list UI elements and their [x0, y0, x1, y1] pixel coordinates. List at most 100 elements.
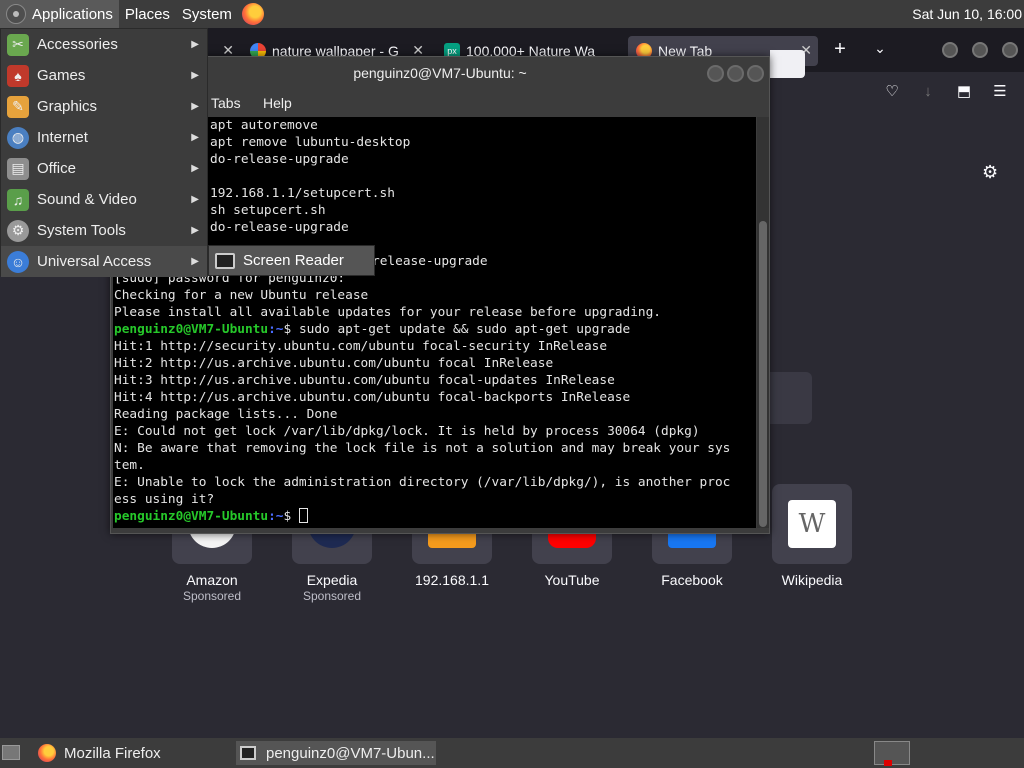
menu-item-label: Internet: [37, 129, 88, 146]
task-label: Mozilla Firefox: [64, 744, 161, 762]
terminal-line: apt autoremove: [210, 118, 318, 133]
menu-item-label: Screen Reader: [243, 252, 344, 269]
menu-item-sound-video[interactable]: ♫ Sound & Video ▶: [1, 184, 207, 215]
terminal-prompt-line[interactable]: penguinz0@VM7-Ubuntu:~$: [114, 508, 756, 525]
menu-item-screen-reader[interactable]: Screen Reader: [209, 246, 374, 275]
menu-item-graphics[interactable]: ✎ Graphics ▶: [1, 91, 207, 122]
firefox-icon: [38, 744, 56, 762]
workspace-switcher[interactable]: [874, 741, 910, 765]
terminal-line: do-release-upgrade: [210, 220, 349, 235]
sponsored-label: Sponsored: [302, 589, 362, 603]
menu-item-label: System Tools: [37, 222, 126, 239]
terminal-title: penguinz0@VM7-Ubuntu: ~: [353, 65, 527, 81]
terminal-minimize-icon[interactable]: [707, 65, 724, 82]
menu-tabs[interactable]: Tabs: [211, 95, 241, 111]
applications-menu[interactable]: Applications: [0, 0, 119, 28]
text-cursor: [298, 508, 308, 523]
site-name: Facebook: [661, 572, 723, 588]
terminal-line: Hit:4 http://us.archive.ubuntu.com/ubunt…: [114, 390, 631, 405]
menu-item-label: Graphics: [37, 98, 98, 115]
menu-item-internet[interactable]: ◍ Internet ▶: [1, 122, 207, 153]
submenu-arrow-icon: ▶: [191, 194, 199, 205]
submenu-arrow-icon: ▶: [191, 70, 199, 81]
menu-item-label: Games: [37, 67, 86, 84]
menu-item-label: Accessories: [37, 36, 118, 53]
sponsored-label: Sponsored: [182, 589, 242, 603]
site-name: Expedia: [306, 572, 358, 588]
prompt-path: :~: [268, 322, 284, 337]
internet-icon: ◍: [7, 126, 29, 149]
terminal-line: apt remove lubuntu-desktop: [210, 135, 411, 150]
submenu-arrow-icon: ▶: [191, 225, 199, 236]
maximize-window-icon[interactable]: [972, 42, 988, 58]
list-tabs-chevron-icon[interactable]: ⌄: [868, 40, 892, 57]
terminal-line: Checking for a new Ubuntu release: [114, 288, 369, 303]
download-icon[interactable]: ↓: [916, 80, 940, 104]
top-panel: Applications Places System Sat Jun 10, 1…: [0, 0, 1024, 28]
hamburger-menu-icon[interactable]: ☰: [988, 80, 1012, 104]
menu-item-office[interactable]: ▤ Office ▶: [1, 153, 207, 184]
terminal-line: sh setupcert.sh: [210, 203, 326, 218]
menu-help[interactable]: Help: [263, 95, 292, 111]
system-tools-icon: ⚙: [7, 219, 29, 242]
menu-item-system-tools[interactable]: ⚙ System Tools ▶: [1, 215, 207, 246]
taskbar-terminal[interactable]: penguinz0@VM7-Ubun...: [236, 741, 436, 765]
universal-access-icon: ☺: [7, 250, 29, 273]
terminal-line: 192.168.1.1/setupcert.sh: [210, 186, 395, 201]
applications-dropdown: ✂ Accessories ▶ ♠ Games ▶ ✎ Graphics ▶ ◍…: [0, 28, 208, 277]
submenu-arrow-icon: ▶: [191, 39, 199, 50]
terminal-maximize-icon[interactable]: [727, 65, 744, 82]
site-name: YouTube: [544, 572, 600, 588]
submenu-arrow-icon: ▶: [191, 132, 199, 143]
terminal-line: Hit:2 http://us.archive.ubuntu.com/ubunt…: [114, 356, 554, 371]
terminal-output[interactable]: apt autoremove apt remove lubuntu-deskto…: [113, 117, 756, 528]
submenu-arrow-icon: ▶: [191, 256, 199, 267]
close-window-icon[interactable]: [1002, 42, 1018, 58]
firefox-launcher-icon[interactable]: [241, 3, 264, 25]
menu-item-label: Universal Access: [37, 253, 152, 270]
terminal-line: E: Unable to lock the administration dir…: [114, 475, 731, 490]
terminal-line: N: Be aware that removing the lock file …: [114, 441, 731, 456]
site-tile[interactable]: W: [772, 484, 852, 564]
ubuntu-logo-icon: [6, 4, 26, 24]
show-desktop-icon[interactable]: [2, 745, 20, 760]
applications-menu-label: Applications: [32, 5, 113, 23]
places-menu[interactable]: Places: [119, 0, 176, 28]
submenu-arrow-icon: ▶: [191, 163, 199, 174]
prompt-user: penguinz0@VM7-Ubuntu: [114, 509, 269, 524]
terminal-line: tem.: [114, 458, 145, 473]
minimize-window-icon[interactable]: [942, 42, 958, 58]
terminal-line: ess using it?: [114, 492, 215, 507]
terminal-scrollbar-thumb[interactable]: [759, 221, 767, 527]
terminal-line: Reading package lists... Done: [114, 407, 338, 422]
extensions-icon[interactable]: ⬒: [952, 80, 976, 104]
prompt-path: :~: [268, 509, 284, 524]
sound-video-icon: ♫: [7, 188, 29, 211]
terminal-close-icon[interactable]: [747, 65, 764, 82]
universal-access-submenu: Screen Reader: [208, 245, 375, 276]
menu-item-games[interactable]: ♠ Games ▶: [1, 60, 207, 91]
menu-item-universal-access[interactable]: ☺ Universal Access ▶: [1, 246, 207, 277]
terminal-line: E: Could not get lock /var/lib/dpkg/lock…: [114, 424, 700, 439]
workspace-window-indicator: [884, 760, 892, 766]
settings-gear-icon[interactable]: ⚙: [982, 162, 998, 183]
site-name: Wikipedia: [781, 572, 843, 588]
terminal-line: Please install all available updates for…: [114, 305, 662, 320]
taskbar-firefox[interactable]: Mozilla Firefox: [34, 741, 230, 765]
url-bar[interactable]: [770, 50, 805, 78]
terminal-command-line: penguinz0@VM7-Ubuntu:~$ sudo apt-get upd…: [114, 322, 631, 337]
office-icon: ▤: [7, 157, 29, 180]
menu-item-label: Sound & Video: [37, 191, 137, 208]
site-name: Amazon: [186, 572, 238, 588]
system-menu[interactable]: System: [176, 0, 238, 28]
site-name: 192.168.1.1: [415, 572, 489, 588]
top-site-wikipedia[interactable]: W Wikipedia: [762, 484, 862, 588]
terminal-icon: [240, 746, 256, 760]
pocket-icon[interactable]: ♡: [880, 80, 904, 104]
submenu-arrow-icon: ▶: [191, 101, 199, 112]
menu-item-accessories[interactable]: ✂ Accessories ▶: [1, 29, 207, 60]
clock[interactable]: Sat Jun 10, 16:00: [912, 0, 1024, 28]
terminal-window[interactable]: penguinz0@VM7-Ubuntu: ~ Tabs Help apt au…: [110, 56, 770, 534]
screen-reader-icon: [215, 252, 235, 269]
new-tab-plus-icon[interactable]: +: [828, 38, 852, 61]
